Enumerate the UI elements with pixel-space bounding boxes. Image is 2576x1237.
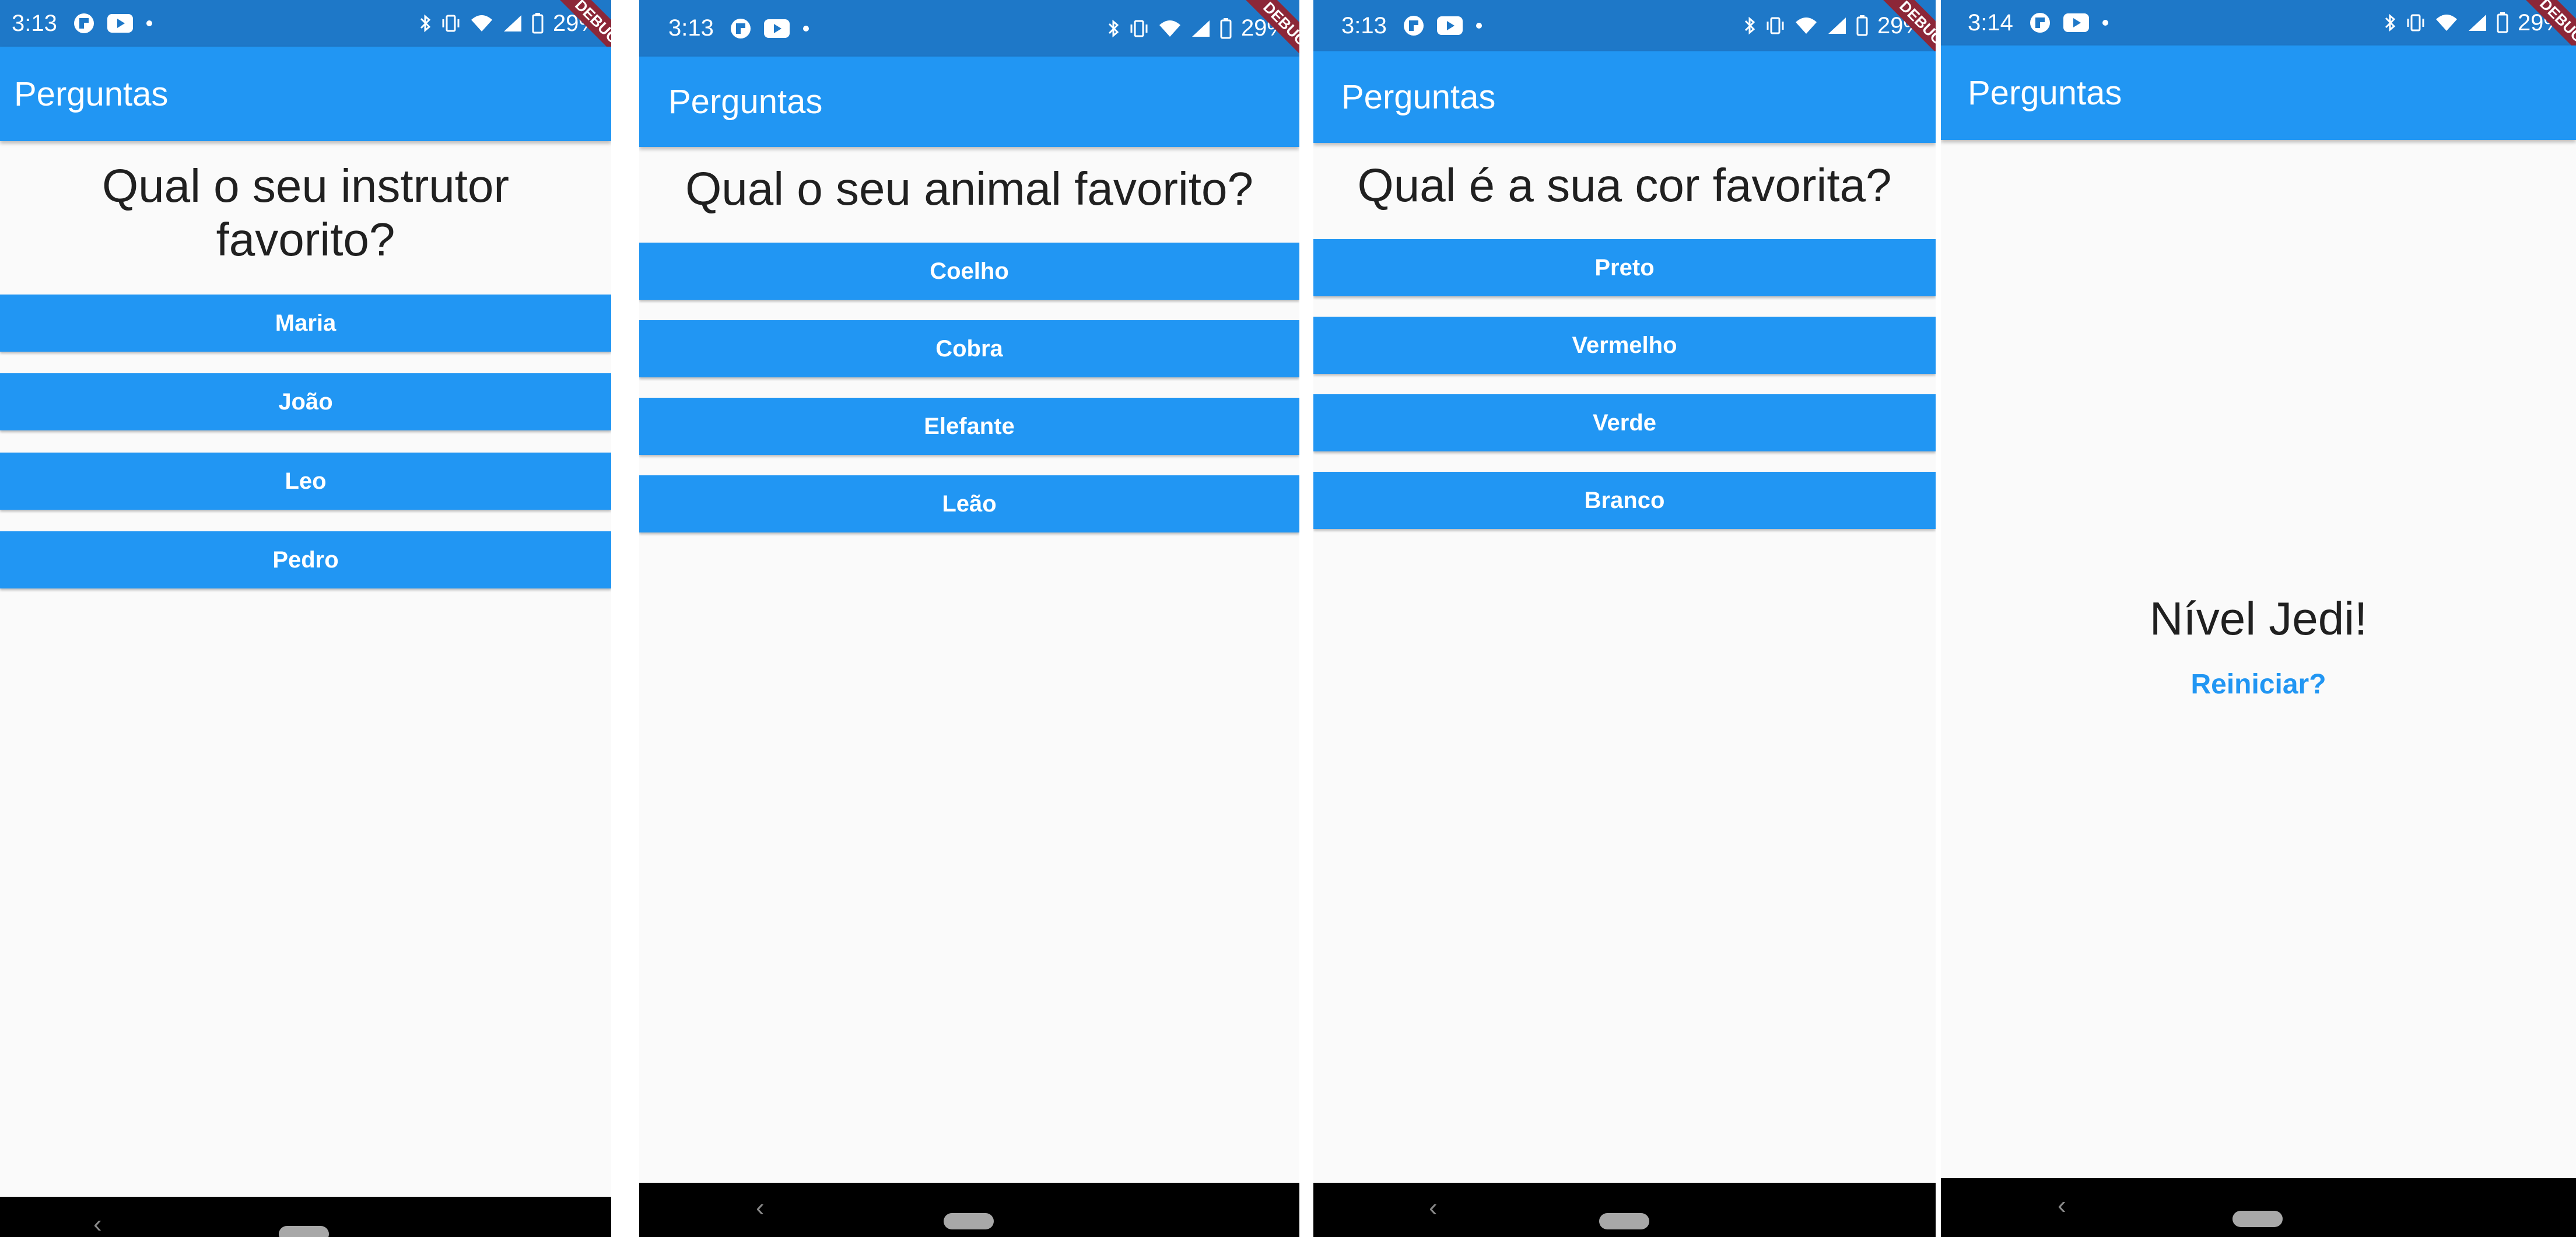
app-bar: Perguntas — [0, 47, 611, 141]
answer-button-leao[interactable]: Leão — [639, 475, 1299, 532]
app-bar: Perguntas — [1313, 51, 1936, 143]
vibrate-icon — [1765, 17, 1785, 34]
back-icon[interactable]: ‹ — [1429, 1193, 1438, 1222]
restart-button[interactable]: Reiniciar? — [1941, 668, 2576, 700]
navigation-bar: ‹ — [639, 1183, 1299, 1237]
youtube-icon — [763, 19, 790, 38]
answer-button-coelho[interactable]: Coelho — [639, 243, 1299, 300]
app-bar-title: Perguntas — [668, 83, 823, 121]
home-pill-icon[interactable] — [279, 1226, 329, 1237]
vibrate-icon — [441, 15, 461, 32]
battery-icon — [1856, 15, 1868, 36]
wifi-icon — [1795, 16, 1818, 35]
back-icon[interactable]: ‹ — [93, 1210, 102, 1237]
battery-icon — [532, 13, 544, 34]
answer-button-elefante[interactable]: Elefante — [639, 398, 1299, 455]
app-bar-title: Perguntas — [1341, 78, 1496, 116]
dot-icon — [1475, 22, 1482, 29]
wifi-icon — [470, 14, 493, 33]
phone-screen-1: 3:13 29% DEBUG Perguntas Qual o seu inst… — [0, 0, 611, 1237]
back-icon[interactable]: ‹ — [2058, 1191, 2066, 1220]
question-text: Qual é a sua cor favorita? — [1357, 159, 1892, 211]
signal-icon — [2468, 13, 2487, 32]
flipboard-icon — [2030, 12, 2051, 33]
wifi-icon — [2435, 13, 2458, 32]
answer-button-leo[interactable]: Leo — [0, 453, 611, 510]
phone-screen-4: 3:14 29% DEBUG Perguntas Nível Jedi! Rei… — [1941, 0, 2576, 1237]
battery-icon — [1220, 17, 1232, 39]
flipboard-icon — [73, 13, 94, 34]
answer-button-vermelho[interactable]: Vermelho — [1313, 317, 1936, 374]
home-pill-icon[interactable] — [944, 1213, 994, 1229]
status-bar: 3:13 29% — [1313, 0, 1936, 51]
app-bar: Perguntas — [639, 57, 1299, 147]
youtube-icon — [107, 14, 133, 33]
bluetooth-icon — [1107, 18, 1120, 39]
vibrate-icon — [2406, 14, 2426, 31]
status-time: 3:14 — [1968, 9, 2013, 36]
bluetooth-icon — [1743, 15, 1756, 36]
app-bar-title: Perguntas — [1968, 73, 2122, 112]
phone-screen-2: 3:13 29% DEBUG Perguntas Qual o seu anim… — [639, 0, 1299, 1237]
flipboard-icon — [1403, 15, 1424, 36]
app-bar: Perguntas — [1941, 45, 2576, 140]
phone-screen-3: 3:13 29% DEBUG Perguntas Qual é a sua co… — [1313, 0, 1936, 1237]
status-bar: 3:13 29% — [639, 0, 1299, 57]
bluetooth-icon — [2384, 12, 2396, 33]
navigation-bar: ‹ — [1941, 1178, 2576, 1237]
answer-button-maria[interactable]: Maria — [0, 295, 611, 352]
back-icon[interactable]: ‹ — [756, 1193, 765, 1222]
answer-button-verde[interactable]: Verde — [1313, 394, 1936, 451]
answer-button-cobra[interactable]: Cobra — [639, 320, 1299, 377]
app-bar-title: Perguntas — [14, 75, 169, 113]
signal-icon — [1191, 19, 1211, 38]
signal-icon — [503, 14, 523, 33]
flipboard-icon — [730, 18, 751, 39]
wifi-icon — [1158, 19, 1182, 38]
youtube-icon — [1436, 16, 1463, 35]
navigation-bar: ‹ — [0, 1197, 611, 1237]
battery-icon — [2497, 12, 2508, 33]
answer-button-preto[interactable]: Preto — [1313, 239, 1936, 296]
youtube-icon — [2063, 13, 2089, 32]
answer-button-pedro[interactable]: Pedro — [0, 531, 611, 588]
home-pill-icon[interactable] — [1599, 1213, 1649, 1229]
answer-button-branco[interactable]: Branco — [1313, 472, 1936, 529]
bluetooth-icon — [419, 13, 432, 34]
status-time: 3:13 — [668, 15, 714, 41]
status-bar: 3:13 29% — [0, 0, 611, 47]
result-text: Nível Jedi! — [2149, 593, 2368, 644]
navigation-bar: ‹ — [1313, 1183, 1936, 1237]
vibrate-icon — [1129, 20, 1149, 37]
status-time: 3:13 — [1341, 12, 1387, 38]
status-time: 3:13 — [12, 10, 57, 36]
dot-icon — [146, 20, 153, 27]
question-text: Qual o seu instrutor favorito? — [101, 160, 510, 265]
dot-icon — [802, 25, 809, 32]
question-text: Qual o seu animal favorito? — [685, 163, 1253, 215]
dot-icon — [2102, 19, 2109, 26]
signal-icon — [1827, 16, 1847, 35]
status-bar: 3:14 29% — [1941, 0, 2576, 45]
home-pill-icon[interactable] — [2232, 1211, 2283, 1227]
answer-button-joao[interactable]: João — [0, 373, 611, 430]
